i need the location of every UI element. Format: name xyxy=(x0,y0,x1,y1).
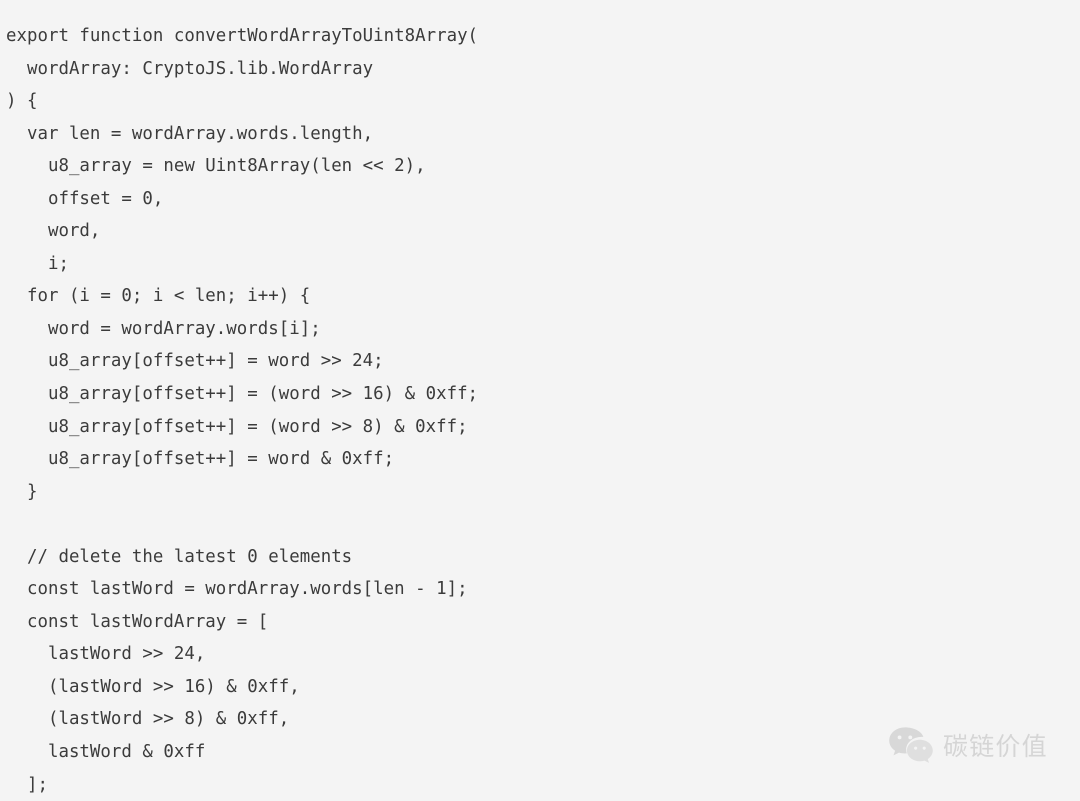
code-line: u8_array = new Uint8Array(len << 2), xyxy=(6,156,426,177)
code-line: ]; xyxy=(6,774,48,795)
watermark-label: 碳链价值 xyxy=(943,731,1048,761)
watermark: 碳链价值 xyxy=(888,726,1048,766)
code-line: export function convertWordArrayToUint8A… xyxy=(6,26,479,46)
code-block: export function convertWordArrayToUint8A… xyxy=(0,13,1080,801)
code-line: u8_array[offset++] = word >> 24; xyxy=(6,351,384,372)
code-line: for (i = 0; i < len; i++) { xyxy=(6,286,311,307)
code-line: (lastWord >> 16) & 0xff, xyxy=(6,676,300,697)
code-line: u8_array[offset++] = (word >> 16) & 0xff… xyxy=(6,384,479,405)
code-line: offset = 0, xyxy=(6,188,164,209)
code-line: u8_array[offset++] = (word >> 8) & 0xff; xyxy=(6,416,468,437)
code-line: } xyxy=(6,481,38,502)
code-line: wordArray: CryptoJS.lib.WordArray xyxy=(6,58,374,79)
code-line: i; xyxy=(6,253,69,274)
code-line: word = wordArray.words[i]; xyxy=(6,318,321,339)
code-line: ) { xyxy=(6,91,38,112)
screenshot-root: export function convertWordArrayToUint8A… xyxy=(0,0,1080,798)
code-line: // delete the latest 0 elements xyxy=(6,546,353,567)
code-line: const lastWord = wordArray.words[len - 1… xyxy=(6,579,468,600)
code-line: const lastWordArray = [ xyxy=(6,611,269,632)
code-line: lastWord >> 24, xyxy=(6,644,206,665)
code-line: var len = wordArray.words.length, xyxy=(6,123,374,144)
code-line: word, xyxy=(6,221,101,242)
code-line: u8_array[offset++] = word & 0xff; xyxy=(6,449,395,470)
wechat-logo-icon xyxy=(888,726,934,766)
